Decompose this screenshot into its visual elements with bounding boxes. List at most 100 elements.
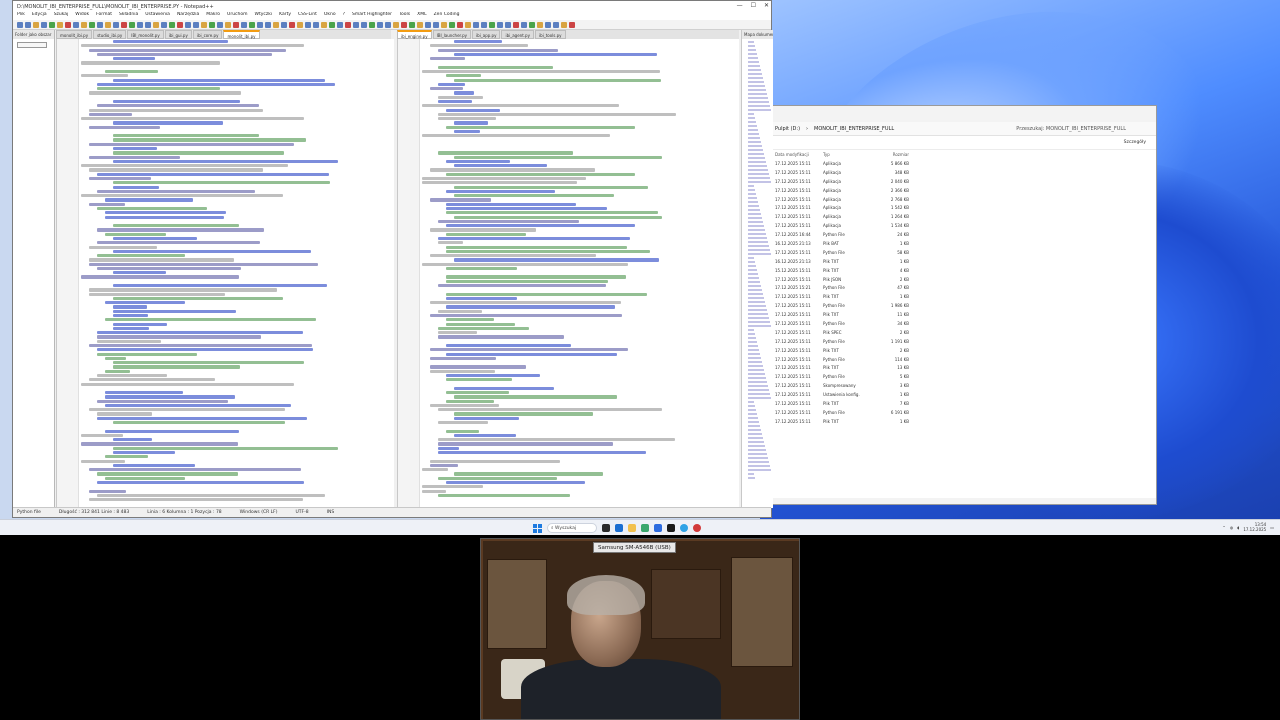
toolbar-button-icon[interactable] (353, 21, 359, 28)
toolbar-button-icon[interactable] (329, 21, 335, 28)
file-row[interactable]: 17.12.2025 15:11 Plik TXT 7 KB (773, 399, 1156, 408)
file-row[interactable]: 17.12.2025 15:11 Aplikacja 1 542 KB (773, 203, 1156, 212)
address-bar[interactable]: Pulpit (D:) › MONOLIT_IBI_ENTERPRISE_FUL… (773, 122, 1156, 136)
maximize-button[interactable]: ☐ (751, 2, 756, 9)
editor-tab[interactable]: monolit_ibi.py (56, 30, 93, 39)
editor-tab[interactable]: IBI_monolit.py (127, 30, 164, 39)
toolbar-button-icon[interactable] (321, 21, 327, 28)
file-row[interactable]: 17.12.2025 15:11 Python File 6 191 KB (773, 408, 1156, 417)
file-explorer-window[interactable]: Pulpit (D:) › MONOLIT_IBI_ENTERPRISE_FUL… (772, 105, 1157, 505)
toolbar-button-icon[interactable] (113, 21, 119, 28)
editor-tab[interactable]: monolit_ibi.py (223, 30, 260, 39)
toolbar-button-icon[interactable] (145, 21, 151, 28)
toolbar-button-icon[interactable] (201, 21, 207, 28)
toolbar-button-icon[interactable] (361, 21, 367, 28)
toolbar-button-icon[interactable] (177, 21, 183, 28)
explorer-search-input[interactable]: Przeszukaj: MONOLIT_IBI_ENTERPRISE_FULL (1016, 126, 1126, 132)
toolbar-button-icon[interactable] (73, 21, 79, 28)
toolbar-button-icon[interactable] (441, 21, 447, 28)
menu-item[interactable]: Smart Highlighter (352, 12, 392, 20)
chrome-icon[interactable] (680, 524, 688, 532)
app-icon[interactable] (693, 524, 701, 532)
toolbar-button-icon[interactable] (57, 21, 63, 28)
file-row[interactable]: 17.12.2025 15:11 Plik TXT 1 KB (773, 292, 1156, 301)
toolbar-button-icon[interactable] (385, 21, 391, 28)
editor-tab[interactable]: ibi_core.py (192, 30, 223, 39)
toolbar-button-icon[interactable] (121, 21, 127, 28)
toolbar-button-icon[interactable] (529, 21, 535, 28)
menu-item[interactable]: CSS-Lint (298, 12, 317, 20)
editor-tab[interactable]: IBI_launcher.py (432, 30, 471, 39)
menu-item[interactable]: Makro (206, 12, 220, 20)
menu-item[interactable]: Składnia (119, 12, 138, 20)
details-button[interactable]: Szczegóły (1124, 140, 1146, 145)
edge-icon[interactable] (654, 524, 662, 532)
file-row[interactable]: 17.12.2025 15:11 Aplikacja 5 866 KB (773, 159, 1156, 168)
file-row[interactable]: 17.12.2025 15:11 Python File 114 KB (773, 355, 1156, 364)
menu-item[interactable]: Narzędzia (177, 12, 199, 20)
toolbar-button-icon[interactable] (209, 21, 215, 28)
file-row[interactable]: 17.12.2025 15:11 Plik TXT 1 KB (773, 417, 1156, 426)
toolbar-button-icon[interactable] (545, 21, 551, 28)
file-row[interactable]: 17.12.2025 15:11 Plik TXT 11 KB (773, 310, 1156, 319)
toolbar-button-icon[interactable] (25, 21, 31, 28)
editor-tab[interactable]: ibi_engine.py (397, 30, 432, 39)
network-icon[interactable]: ◍ (1230, 525, 1234, 530)
toolbar-button-icon[interactable] (489, 21, 495, 28)
right-editor[interactable] (397, 39, 739, 508)
file-row[interactable]: 17.12.2025 15:21 Python File 47 KB (773, 283, 1156, 292)
toolbar-button-icon[interactable] (481, 21, 487, 28)
file-row[interactable]: 17.12.2025 15:11 Python File 1 986 KB (773, 301, 1156, 310)
toolbar-button-icon[interactable] (169, 21, 175, 28)
header-type[interactable]: Typ (823, 152, 869, 157)
chevron-up-icon[interactable]: ⌃ (1222, 525, 1225, 530)
file-row[interactable]: 17.12.2025 15:11 Python File 58 KB (773, 248, 1156, 257)
toolbar-button-icon[interactable] (265, 21, 271, 28)
toolbar-button-icon[interactable] (65, 21, 71, 28)
file-row[interactable]: 17.12.2025 16:44 Python File 24 KB (773, 230, 1156, 239)
toolbar-button-icon[interactable] (89, 21, 95, 28)
document-map[interactable]: Mapa dokumentu (741, 30, 773, 508)
windows-start-icon[interactable] (533, 523, 542, 533)
file-row[interactable]: 17.12.2025 15:11 Python File 1 191 KB (773, 337, 1156, 346)
webcam-window[interactable]: Samsung SM-A546B (USB) (480, 538, 800, 720)
breadcrumb-drive[interactable]: Pulpit (D:) (775, 126, 800, 132)
menu-item[interactable]: Tools (399, 12, 410, 20)
toolbar-button-icon[interactable] (553, 21, 559, 28)
toolbar-button-icon[interactable] (569, 21, 575, 28)
toolbar-button-icon[interactable] (345, 21, 351, 28)
toolbar-button-icon[interactable] (137, 21, 143, 28)
toolbar-button-icon[interactable] (17, 21, 23, 28)
left-editor[interactable] (56, 39, 394, 508)
toolbar-button-icon[interactable] (233, 21, 239, 28)
toolbar-button-icon[interactable] (505, 21, 511, 28)
menu-item[interactable]: Wtyczki (255, 12, 273, 20)
toolbar-button-icon[interactable] (377, 21, 383, 28)
task-view-icon[interactable] (602, 524, 610, 532)
toolbar-button-icon[interactable] (537, 21, 543, 28)
toolbar-button-icon[interactable] (297, 21, 303, 28)
toolbar-button-icon[interactable] (41, 21, 47, 28)
file-row[interactable]: 17.12.2025 15:11 Aplikacja 1 534 KB (773, 221, 1156, 230)
file-row[interactable]: 17.12.2025 15:11 Plik SPEC 2 KB (773, 328, 1156, 337)
file-explorer-icon[interactable] (628, 524, 636, 532)
toolbar-button-icon[interactable] (401, 21, 407, 28)
code-area[interactable] (422, 40, 735, 508)
toolbar-button-icon[interactable] (185, 21, 191, 28)
toolbar-button-icon[interactable] (225, 21, 231, 28)
menu-item[interactable]: Okno (324, 12, 336, 20)
file-row[interactable]: 17.12.2025 15:11 Aplikacja 348 KB (773, 168, 1156, 177)
file-row[interactable]: 17.12.2025 15:11 Aplikacja 2 768 KB (773, 195, 1156, 204)
toolbar-button-icon[interactable] (417, 21, 423, 28)
menu-item[interactable]: Edycja (32, 12, 47, 20)
menu-item[interactable]: Widok (75, 12, 89, 20)
menu-item[interactable]: XML (417, 12, 426, 20)
menu-item[interactable]: Szukaj (54, 12, 69, 20)
menu-item[interactable]: Format (96, 12, 112, 20)
toolbar-button-icon[interactable] (249, 21, 255, 28)
project-root-item[interactable] (17, 42, 47, 48)
close-button[interactable]: ✕ (764, 2, 769, 9)
menu-item[interactable]: Plik (17, 12, 25, 20)
toolbar-button-icon[interactable] (241, 21, 247, 28)
toolbar-button-icon[interactable] (337, 21, 343, 28)
